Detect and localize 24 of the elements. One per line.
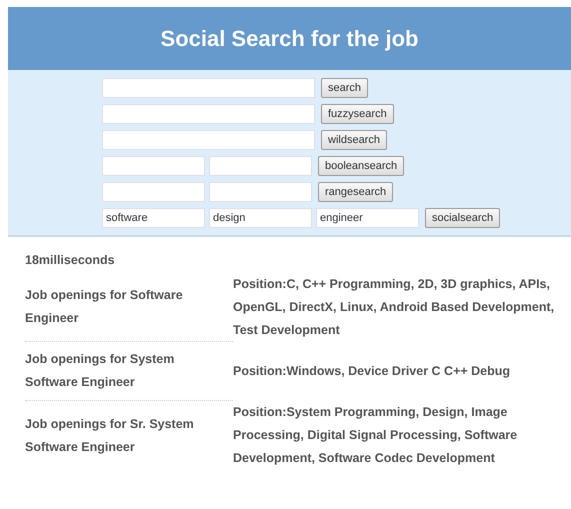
- result-title: Job openings for System Software Engineer: [25, 351, 176, 391]
- search-button[interactable]: fuzzysearch: [321, 104, 394, 124]
- page-title: Social Search for the job: [8, 7, 571, 70]
- search-button[interactable]: search: [321, 78, 368, 98]
- search-field[interactable]: [209, 182, 312, 202]
- search-button[interactable]: wildsearch: [321, 130, 387, 150]
- search-field[interactable]: [102, 182, 205, 202]
- result-title: Job openings for Sr. System Software Engineer: [25, 416, 195, 456]
- search-button[interactable]: rangesearch: [318, 182, 394, 202]
- search-field[interactable]: [102, 78, 315, 98]
- result-position: Position:System Programming, Design, Image Processing, Digital Signal Processing, Software Development, Software Codec Development: [233, 404, 518, 467]
- search-field[interactable]: [102, 130, 315, 150]
- search-field[interactable]: engineer: [316, 208, 419, 228]
- search-field[interactable]: [102, 104, 315, 124]
- search-field[interactable]: software: [102, 208, 205, 228]
- search-time: 18milliseconds: [25, 253, 116, 267]
- result-position: Position:C, C++ Programming, 2D, 3D graphics, APIs, OpenGL, DirectX, Linux, Android Based Development, Test Development: [233, 276, 556, 339]
- search-field[interactable]: design: [209, 208, 312, 228]
- result-position: Position:Windows, Device Driver C C++ Debug: [233, 363, 510, 380]
- result-title: Job openings for Software Engineer: [25, 287, 184, 327]
- search-button[interactable]: booleansearch: [318, 156, 404, 176]
- search-field[interactable]: [209, 156, 312, 176]
- search-button[interactable]: socialsearch: [425, 208, 500, 228]
- search-field[interactable]: [102, 156, 205, 176]
